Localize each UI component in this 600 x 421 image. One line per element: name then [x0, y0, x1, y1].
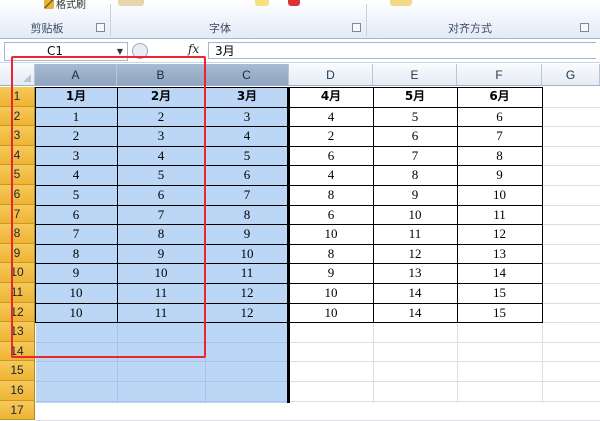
table-cell[interactable]: 10 [289, 283, 373, 303]
table-cell[interactable]: 11 [373, 224, 457, 244]
table-cell[interactable]: 9 [373, 185, 457, 205]
format-painter-button[interactable]: 格式刷 [44, 0, 86, 11]
table-cell[interactable]: 9 [205, 224, 289, 244]
column-header-d[interactable]: D [289, 64, 373, 86]
table-cell[interactable]: 4 [289, 165, 373, 185]
table-cell[interactable]: 6 [457, 107, 542, 127]
alignment-group-label: 对齐方式 [448, 22, 492, 35]
format-painter-label: 格式刷 [56, 0, 86, 11]
table-cell[interactable]: 14 [373, 303, 457, 323]
column-header-f[interactable]: F [457, 64, 542, 86]
font-color-icon[interactable] [288, 0, 300, 6]
annotation-box [11, 56, 206, 358]
clipboard-group-label: 剪贴板 [30, 22, 64, 35]
table-cell[interactable]: 10 [289, 303, 373, 323]
table-cell[interactable]: 5 [205, 146, 289, 166]
column-header-c[interactable]: C [205, 64, 289, 86]
header-cell[interactable]: 6月 [457, 87, 542, 107]
table-cell[interactable]: 6 [373, 126, 457, 146]
table-cell[interactable]: 6 [289, 205, 373, 225]
font-group-label: 字体 [209, 22, 231, 35]
table-cell[interactable]: 9 [457, 165, 542, 185]
table-cell[interactable]: 6 [205, 165, 289, 185]
table-cell[interactable]: 14 [457, 263, 542, 283]
spreadsheet-grid[interactable]: ABCDEFG 1 2 3 4 5 6 7 8 9 10 11 12 13 14 15 16 17 1月 2月 3月… [0, 56, 600, 421]
table-cell[interactable]: 6 [289, 146, 373, 166]
font-dialog-launcher-icon[interactable] [352, 23, 361, 32]
table-cell[interactable]: 13 [457, 244, 542, 264]
clipboard-dialog-launcher-icon[interactable] [96, 23, 105, 32]
table-cell[interactable]: 7 [205, 185, 289, 205]
row-header-17[interactable]: 17 [0, 400, 35, 421]
insert-function-icon[interactable]: fx [188, 42, 199, 56]
table-cell[interactable]: 10 [373, 205, 457, 225]
formula-input[interactable]: 3月 [208, 42, 596, 59]
table-cell[interactable]: 15 [457, 303, 542, 323]
format-painter-icon [44, 0, 54, 9]
table-cell[interactable]: 9 [289, 263, 373, 283]
table-cell[interactable]: 3 [205, 107, 289, 127]
row-header-16[interactable]: 16 [0, 381, 35, 401]
ribbon: 格式刷 剪贴板 字体 对齐方式 [0, 0, 600, 39]
row-header-15[interactable]: 15 [0, 361, 35, 381]
table-cell[interactable]: 4 [205, 126, 289, 146]
table-cell[interactable]: 7 [457, 126, 542, 146]
table-cell[interactable]: 12 [373, 244, 457, 264]
table-cell[interactable]: 8 [289, 244, 373, 264]
wrap-text-icon[interactable] [390, 0, 412, 6]
table-cell[interactable]: 8 [373, 165, 457, 185]
group-divider [110, 4, 111, 36]
table-cell[interactable]: 8 [289, 185, 373, 205]
table-cell[interactable]: 15 [457, 283, 542, 303]
table-cell[interactable]: 12 [205, 283, 289, 303]
table-cell[interactable]: 11 [457, 205, 542, 225]
alignment-dialog-launcher-icon[interactable] [580, 23, 589, 32]
table-cell[interactable]: 8 [457, 146, 542, 166]
table-cell[interactable]: 13 [373, 263, 457, 283]
group-divider [366, 4, 367, 36]
header-cell[interactable]: 3月 [205, 87, 289, 107]
table-cell[interactable]: 10 [289, 224, 373, 244]
header-cell[interactable]: 4月 [289, 87, 373, 107]
highlight-color-icon[interactable] [255, 0, 269, 6]
table-cell[interactable]: 8 [205, 205, 289, 225]
table-cell[interactable]: 7 [373, 146, 457, 166]
column-header-e[interactable]: E [373, 64, 457, 86]
font-chip[interactable] [118, 0, 144, 6]
table-cell[interactable]: 10 [205, 244, 289, 264]
column-header-g[interactable]: G [542, 64, 600, 86]
table-cell[interactable]: 11 [205, 263, 289, 283]
table-cell[interactable]: 5 [373, 107, 457, 127]
table-cell[interactable]: 4 [289, 107, 373, 127]
table-cell[interactable]: 2 [289, 126, 373, 146]
header-cell[interactable]: 5月 [373, 87, 457, 107]
table-cell[interactable]: 12 [457, 224, 542, 244]
table-cell[interactable]: 14 [373, 283, 457, 303]
table-cell[interactable]: 12 [205, 303, 289, 323]
selection-edge [287, 87, 290, 403]
table-cell[interactable]: 10 [457, 185, 542, 205]
